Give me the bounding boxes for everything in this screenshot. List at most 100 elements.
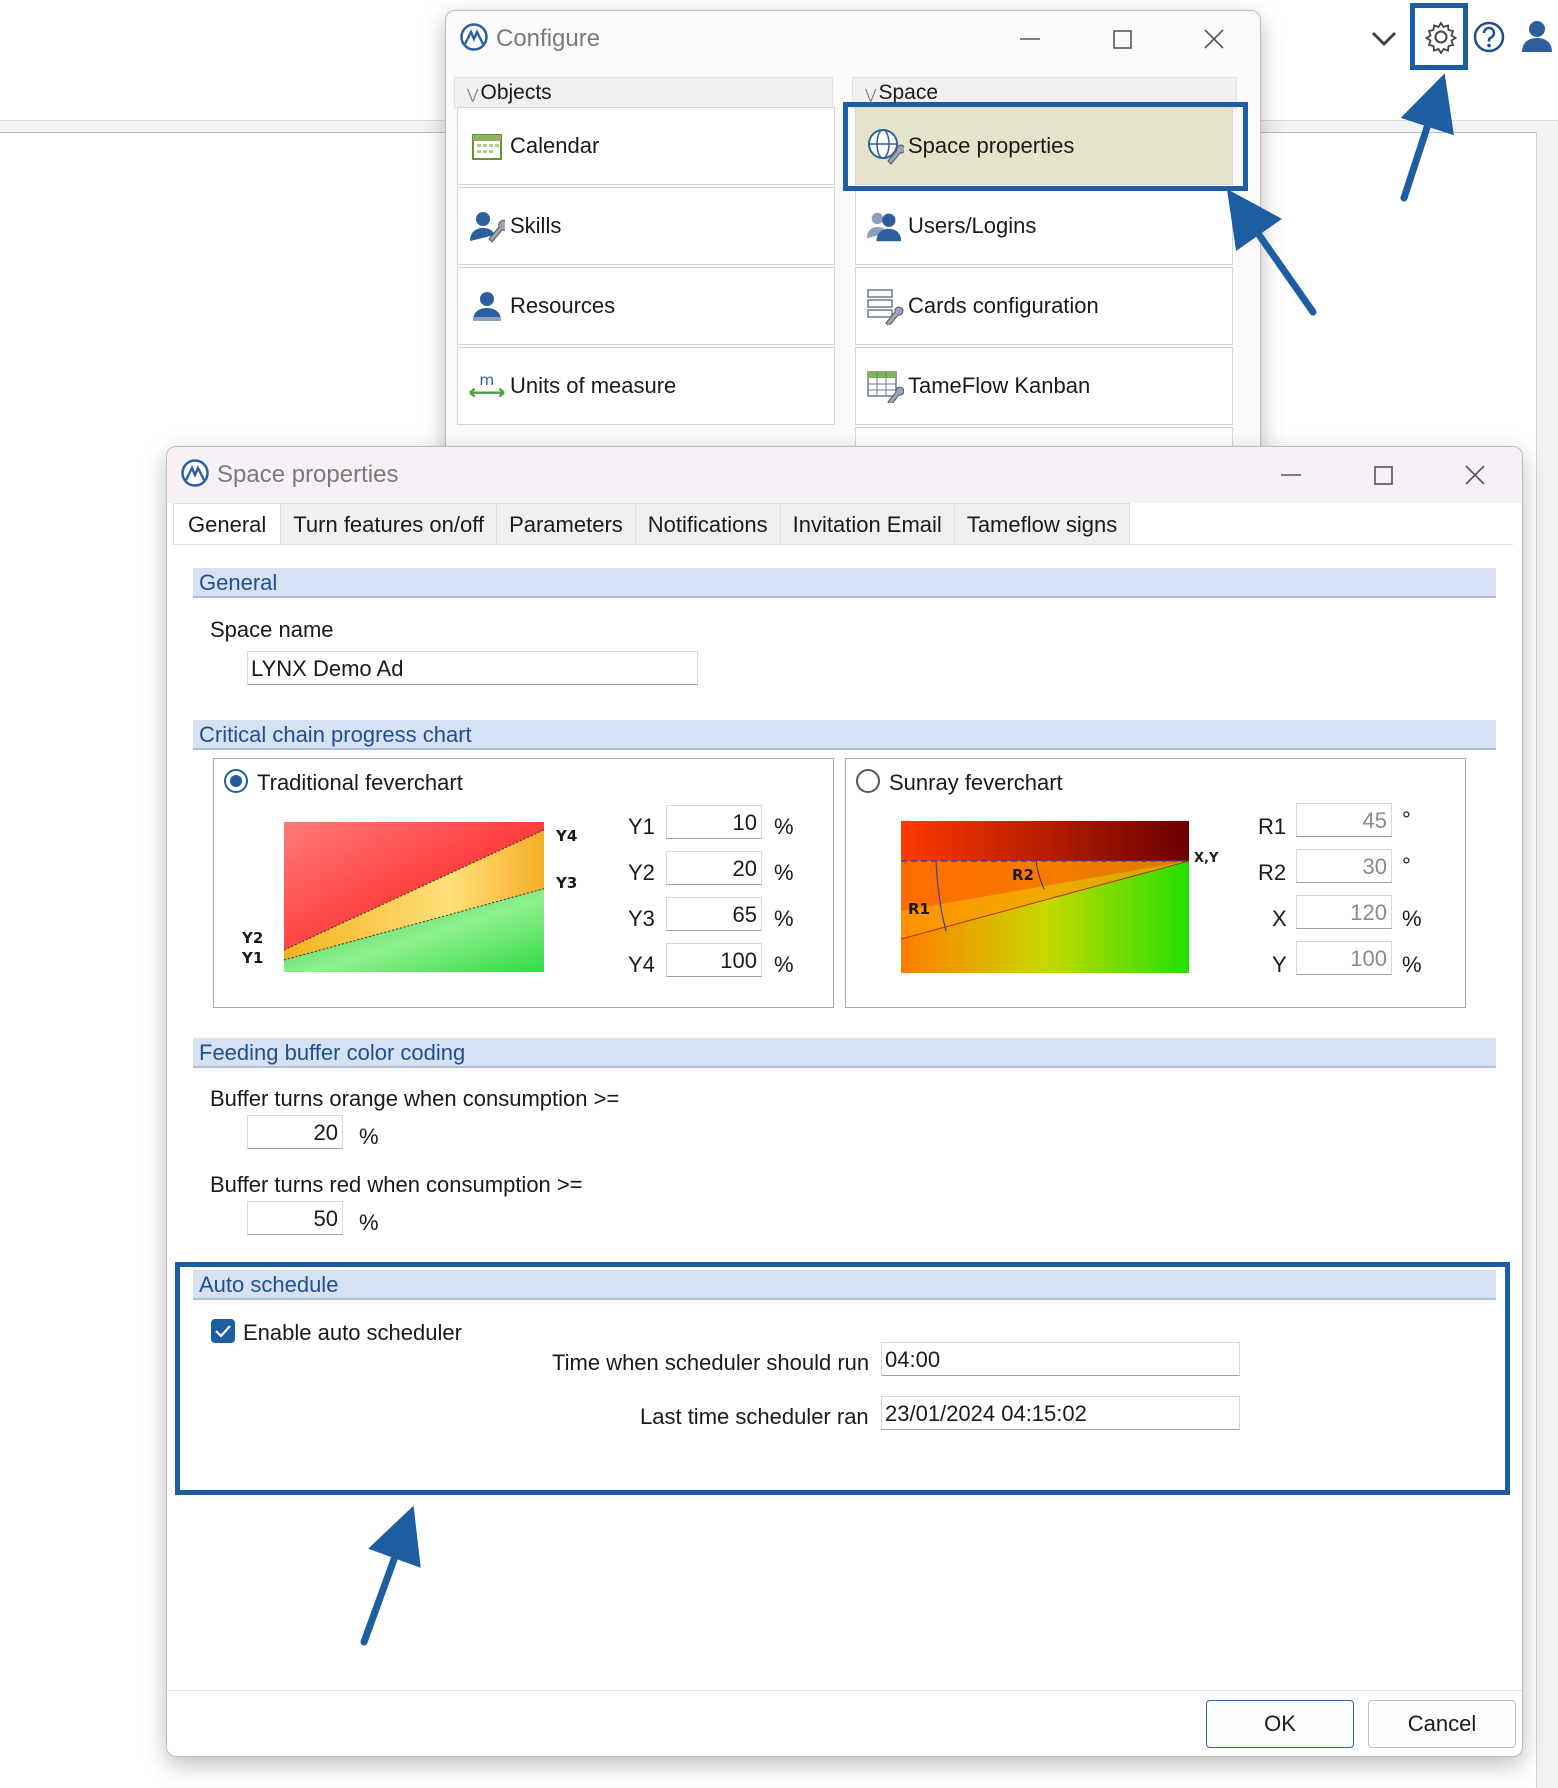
r1-unit: ° [1402, 807, 1411, 832]
chart-label-y2: Y2 [242, 929, 264, 947]
chart-label-r1: R1 [908, 900, 930, 918]
ok-button[interactable]: OK [1206, 1700, 1354, 1748]
y-input[interactable]: 100 [1296, 941, 1392, 975]
resources-tile[interactable]: Resources [457, 267, 835, 345]
y1-input[interactable]: 10 [666, 805, 762, 839]
gear-highlight-box [1410, 3, 1468, 70]
traditional-feverchart-image [283, 822, 544, 972]
r2-unit: ° [1402, 853, 1411, 878]
skills-icon [468, 207, 506, 245]
space-name-input[interactable]: LYNX Demo Ad [247, 651, 698, 685]
configure-title: Configure [496, 25, 601, 52]
space-properties-window: Space properties General Turn features o… [166, 446, 1523, 1757]
y-label: Y [1272, 952, 1287, 977]
cards-icon [866, 287, 904, 325]
close-icon[interactable] [1196, 21, 1232, 57]
y2-label: Y2 [628, 860, 655, 885]
minimize-icon[interactable] [1012, 21, 1048, 57]
users-logins-tile[interactable]: Users/Logins [855, 187, 1233, 265]
y2-input[interactable]: 20 [666, 851, 762, 885]
chart-label-xy: X,Y [1194, 851, 1219, 866]
cards-configuration-label: Cards configuration [908, 293, 1099, 318]
help-icon[interactable] [1472, 20, 1506, 54]
y3-unit: % [774, 906, 794, 931]
traditional-feverchart-panel: Traditional feverchart Y4 Y3 Y2 Y1 Y1 10… [213, 758, 834, 1008]
y3-label: Y3 [628, 906, 655, 931]
tab-turn-features[interactable]: Turn features on/off [280, 503, 498, 545]
x-unit: % [1402, 906, 1422, 931]
users-icon [866, 207, 904, 245]
resources-icon [468, 287, 506, 325]
maximize-icon[interactable] [1365, 457, 1401, 493]
skills-tile[interactable]: Skills [457, 187, 835, 265]
svg-text:m: m [479, 371, 494, 389]
configure-titlebar: Configure [446, 11, 1260, 67]
sunray-feverchart-image [901, 821, 1190, 973]
y3-input[interactable]: 65 [666, 897, 762, 931]
space-properties-titlebar: Space properties [167, 447, 1522, 503]
users-logins-label: Users/Logins [908, 213, 1037, 238]
auto-schedule-highlight-box [175, 1262, 1510, 1495]
chart-label-r2: R2 [1012, 866, 1034, 884]
cards-configuration-tile[interactable]: Cards configuration [855, 267, 1233, 345]
sunray-radio[interactable] [856, 769, 880, 793]
sunray-feverchart-panel: Sunray feverchart X,Y R2 R1 R1 45 ° R2 3… [845, 758, 1466, 1008]
units-tile[interactable]: m Units of measure [457, 347, 835, 425]
objects-group-label: Objects [480, 81, 552, 104]
space-properties-highlight-box [843, 102, 1248, 191]
y1-unit: % [774, 814, 794, 839]
space-properties-title: Space properties [217, 461, 399, 488]
skills-label: Skills [510, 213, 562, 238]
calendar-label: Calendar [510, 133, 600, 158]
traditional-label: Traditional feverchart [257, 770, 463, 795]
y2-unit: % [774, 860, 794, 885]
app-logo-icon [460, 23, 488, 51]
units-icon: m [468, 367, 506, 405]
red-threshold-unit: % [359, 1210, 379, 1235]
r2-label: R2 [1258, 860, 1287, 885]
tameflow-kanban-label: TameFlow Kanban [908, 373, 1091, 398]
calendar-tile[interactable]: Calendar [457, 107, 835, 185]
cancel-button[interactable]: Cancel [1368, 1700, 1516, 1748]
chart-label-y1: Y1 [242, 949, 264, 967]
configure-window: Configure ⋁Objects ⋁Space Calendar Skill… [445, 10, 1261, 472]
orange-threshold-label: Buffer turns orange when consumption >= [210, 1086, 620, 1111]
r1-label: R1 [1258, 814, 1287, 839]
orange-threshold-unit: % [359, 1124, 379, 1149]
tameflow-kanban-tile[interactable]: TameFlow Kanban [855, 347, 1233, 425]
tab-tameflow-signs[interactable]: Tameflow signs [953, 503, 1131, 545]
objects-group-header[interactable]: ⋁Objects [454, 77, 833, 109]
minimize-icon[interactable] [1273, 457, 1309, 493]
r2-input[interactable]: 30 [1296, 849, 1392, 883]
y1-label: Y1 [628, 814, 655, 839]
resources-label: Resources [510, 293, 616, 318]
tab-general[interactable]: General [173, 503, 282, 545]
maximize-icon[interactable] [1104, 21, 1140, 57]
close-icon[interactable] [1457, 457, 1493, 493]
sunray-label: Sunray feverchart [889, 770, 1063, 795]
kanban-icon [866, 367, 904, 405]
red-threshold-input[interactable]: 50 [247, 1201, 343, 1235]
x-input[interactable]: 120 [1296, 895, 1392, 929]
units-label: Units of measure [510, 373, 677, 398]
tab-panel-border [173, 544, 1513, 545]
space-name-label: Space name [210, 617, 334, 642]
chevron-down-icon[interactable] [1368, 22, 1400, 54]
y-unit: % [1402, 952, 1422, 977]
calendar-icon [468, 127, 506, 165]
user-icon[interactable] [1520, 18, 1554, 54]
space-group-label: Space [878, 81, 939, 104]
tab-strip: General Turn features on/off Parameters … [173, 503, 1131, 545]
feeding-buffer-section-header: Feeding buffer color coding [193, 1038, 1496, 1068]
chart-label-y3: Y3 [556, 874, 578, 892]
r1-input[interactable]: 45 [1296, 803, 1392, 837]
traditional-radio[interactable] [224, 769, 248, 793]
chart-label-y4: Y4 [556, 827, 578, 845]
general-section-header: General [193, 568, 1496, 598]
y4-input[interactable]: 100 [666, 943, 762, 977]
tab-parameters[interactable]: Parameters [496, 503, 636, 545]
tab-invitation-email[interactable]: Invitation Email [779, 503, 955, 545]
tab-notifications[interactable]: Notifications [634, 503, 781, 545]
orange-threshold-input[interactable]: 20 [247, 1115, 343, 1149]
app-logo-icon [181, 459, 209, 487]
